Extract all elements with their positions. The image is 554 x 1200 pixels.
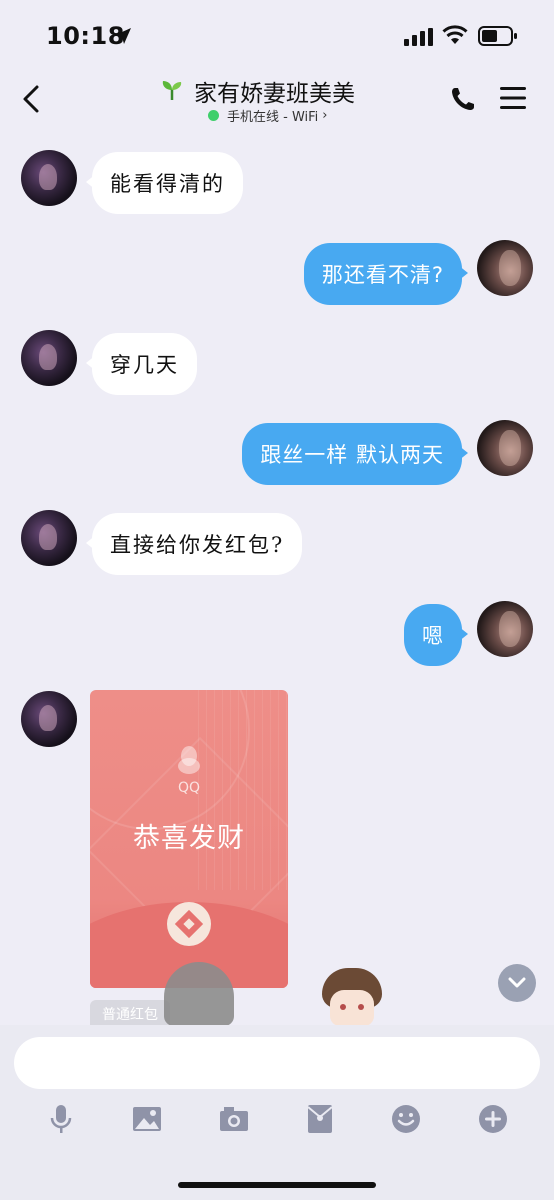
red-packet-icon[interactable] [304, 1103, 336, 1135]
avatar[interactable] [477, 601, 533, 657]
red-packet-coin-icon [167, 902, 211, 946]
status-bar: 10:18 [0, 0, 554, 72]
message-text: 穿几天 [110, 353, 179, 377]
character-sticker [164, 962, 234, 1026]
message-input[interactable] [14, 1037, 540, 1089]
input-area [0, 1025, 554, 1200]
avatar[interactable] [477, 420, 533, 476]
avatar[interactable] [21, 510, 77, 566]
phone-call-icon[interactable] [450, 86, 476, 112]
presence-text: 手机在线 - WiFi [227, 110, 319, 125]
sprout-icon [162, 81, 182, 100]
avatar[interactable] [477, 240, 533, 296]
avatar[interactable] [21, 150, 77, 206]
red-packet-type-label: 普通红包 [90, 1000, 170, 1028]
online-dot-icon [208, 110, 219, 121]
red-packet-title: 恭喜发财 [133, 823, 245, 854]
message-text: 那还看不清? [321, 263, 444, 287]
battery-icon [478, 26, 517, 46]
chat-header: 家有娇妻班美美 手机在线 - WiFi › [0, 64, 554, 130]
wifi-icon [442, 25, 468, 44]
chat-title[interactable]: 家有娇妻班美美 [194, 74, 355, 108]
message-bubble-incoming[interactable]: 穿几天 [86, 333, 197, 395]
camera-icon[interactable] [218, 1103, 250, 1135]
home-indicator[interactable] [178, 1182, 376, 1188]
message-bubble-incoming[interactable]: 能看得清的 [86, 152, 243, 214]
avatar[interactable] [21, 330, 77, 386]
presence-chevron-icon: › [322, 108, 328, 123]
location-arrow-icon [115, 28, 131, 44]
message-bubble-outgoing[interactable]: 那还看不清? [303, 243, 469, 305]
presence-status[interactable]: 手机在线 - WiFi › [208, 106, 327, 125]
scroll-to-bottom-button[interactable] [498, 964, 536, 1002]
plus-icon[interactable] [477, 1103, 509, 1135]
mic-icon[interactable] [45, 1103, 77, 1135]
message-bubble-incoming[interactable]: 直接给你发红包? [85, 513, 303, 575]
message-text: 嗯 [422, 624, 444, 648]
cellular-signal-icon [404, 28, 433, 46]
menu-icon[interactable] [500, 86, 526, 110]
image-icon[interactable] [131, 1103, 163, 1135]
message-text: 直接给你发红包? [110, 533, 285, 557]
message-bubble-outgoing[interactable]: 嗯 [404, 604, 468, 666]
red-packet-brand: QQ [177, 780, 201, 796]
character-sticker [322, 968, 382, 1026]
red-packet-card[interactable]: QQ 恭喜发财 [90, 690, 288, 988]
qq-penguin-icon [178, 746, 200, 774]
message-text: 能看得清的 [110, 172, 225, 196]
back-chevron-icon[interactable] [20, 84, 42, 114]
message-bubble-outgoing[interactable]: 跟丝一样 默认两天 [242, 423, 468, 485]
chevron-down-icon [508, 977, 526, 988]
message-text: 跟丝一样 默认两天 [260, 443, 444, 467]
avatar[interactable] [21, 691, 77, 747]
emoji-icon[interactable] [390, 1103, 422, 1135]
